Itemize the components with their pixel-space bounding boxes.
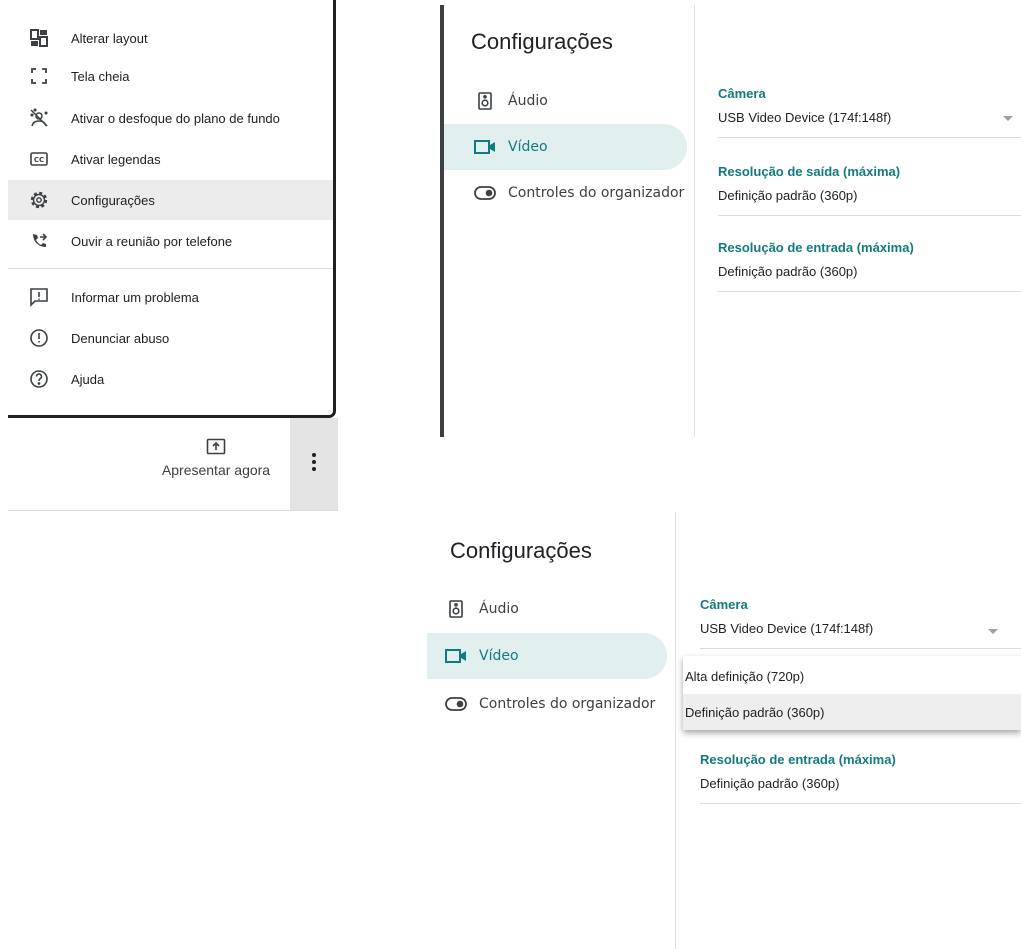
menu-item-phone-audio[interactable]: Ouvir a reunião por telefone (8, 221, 333, 261)
menu-item-help[interactable]: Ajuda (8, 359, 333, 399)
dropdown-option-720p[interactable]: Alta definição (720p) (683, 658, 1021, 694)
menu-item-change-layout[interactable]: Alterar layout (8, 18, 333, 58)
field-underline (718, 215, 1021, 216)
nav-item-label: Controles do organizador (508, 185, 685, 201)
output-resolution-select[interactable]: Resolução de saída (máxima) Definição pa… (718, 164, 1021, 216)
videocam-icon (474, 136, 496, 158)
nav-item-audio[interactable]: Áudio (444, 78, 687, 124)
menu-item-label: Denunciar abuso (71, 330, 170, 346)
toggle-icon (474, 182, 496, 204)
nav-item-host-controls[interactable]: Controles do organizador (427, 681, 667, 727)
camera-label: Câmera (700, 597, 748, 612)
nav-item-video[interactable]: Vídeo (444, 124, 687, 170)
svg-text:CC: CC (34, 156, 44, 164)
menu-item-report-problem[interactable]: Informar um problema (8, 277, 333, 317)
overflow-menu: Alterar layout Tela cheia Ativar o desfo… (8, 0, 336, 418)
input-resolution-value: Definição padrão (360p) (718, 264, 858, 279)
menu-item-background-blur[interactable]: Ativar o desfoque do plano de fundo (8, 98, 333, 138)
output-resolution-dropdown: Alta definição (720p) Definição padrão (… (683, 656, 1021, 730)
help-circle-icon (29, 369, 49, 389)
field-underline (718, 291, 1021, 292)
menu-item-settings[interactable]: Configurações (8, 180, 333, 220)
menu-item-label: Ajuda (71, 371, 105, 387)
input-resolution-label: Resolução de entrada (máxima) (718, 240, 914, 255)
input-resolution-value: Definição padrão (360p) (700, 776, 840, 791)
dropdown-option-360p[interactable]: Definição padrão (360p) (683, 694, 1021, 730)
nav-item-video[interactable]: Vídeo (427, 633, 667, 679)
menu-item-report-abuse[interactable]: Denunciar abuso (8, 318, 333, 358)
gear-icon (29, 190, 49, 210)
menu-item-label: Ouvir a reunião por telefone (71, 233, 233, 249)
toggle-icon (445, 693, 467, 715)
panel-divider (675, 512, 676, 949)
chevron-down-icon (1003, 116, 1013, 121)
speaker-icon (474, 90, 496, 112)
menu-item-label: Tela cheia (71, 68, 130, 84)
nav-item-label: Áudio (479, 601, 519, 617)
more-options-button[interactable] (290, 418, 338, 510)
menu-item-fullscreen[interactable]: Tela cheia (8, 56, 333, 96)
menu-item-label: Ativar o desfoque do plano de fundo (71, 110, 280, 126)
phone-forward-icon (29, 231, 49, 251)
menu-item-label: Ativar legendas (71, 151, 161, 167)
nav-item-label: Vídeo (508, 139, 548, 155)
meeting-bottom-bar: Apresentar agora (8, 418, 338, 511)
settings-title: Configurações (471, 29, 613, 54)
option-label: Alta definição (720p) (685, 668, 805, 684)
menu-item-captions[interactable]: CC Ativar legendas (8, 139, 333, 179)
output-resolution-value: Definição padrão (360p) (718, 188, 858, 203)
alert-circle-icon (29, 328, 49, 348)
background-blur-icon (29, 108, 49, 128)
field-underline (700, 803, 1021, 804)
field-underline (700, 648, 1021, 649)
more-vert-icon (311, 452, 317, 477)
camera-select[interactable]: Câmera USB Video Device (174f:148f) (718, 86, 1021, 138)
speaker-icon (445, 598, 467, 620)
chevron-down-icon (988, 629, 998, 634)
menu-divider (8, 268, 333, 269)
nav-item-label: Áudio (508, 93, 548, 109)
input-resolution-select[interactable]: Resolução de entrada (máxima) Definição … (718, 240, 1021, 292)
menu-item-label: Informar um problema (71, 289, 199, 305)
settings-dialog: Configurações Áudio Vídeo Controles do o… (440, 5, 1021, 437)
present-screen-icon (156, 438, 276, 456)
menu-item-label: Configurações (71, 192, 155, 208)
option-label: Definição padrão (360p) (685, 704, 825, 720)
present-now-button[interactable]: Apresentar agora (156, 438, 276, 478)
field-underline (718, 137, 1021, 138)
fullscreen-icon (29, 66, 49, 86)
settings-dialog: Configurações Áudio Vídeo Controles do o… (427, 512, 1021, 949)
camera-label: Câmera (718, 86, 766, 101)
panel-divider (694, 5, 695, 437)
nav-item-label: Vídeo (479, 648, 519, 664)
camera-value: USB Video Device (174f:148f) (718, 110, 892, 125)
camera-value: USB Video Device (174f:148f) (700, 621, 874, 636)
output-resolution-label: Resolução de saída (máxima) (718, 164, 901, 179)
feedback-icon (29, 287, 49, 307)
nav-item-label: Controles do organizador (479, 696, 656, 712)
nav-item-host-controls[interactable]: Controles do organizador (444, 170, 687, 216)
input-resolution-label: Resolução de entrada (máxima) (700, 752, 896, 767)
videocam-icon (445, 645, 467, 667)
camera-select[interactable]: Câmera USB Video Device (174f:148f) (700, 597, 1021, 649)
input-resolution-select[interactable]: Resolução de entrada (máxima) Definição … (700, 752, 1021, 804)
nav-item-audio[interactable]: Áudio (427, 586, 667, 632)
menu-item-label: Alterar layout (71, 30, 148, 46)
closed-captions-icon: CC (29, 149, 49, 169)
present-now-label: Apresentar agora (161, 462, 271, 478)
layout-icon (29, 28, 49, 48)
settings-title: Configurações (450, 538, 592, 563)
